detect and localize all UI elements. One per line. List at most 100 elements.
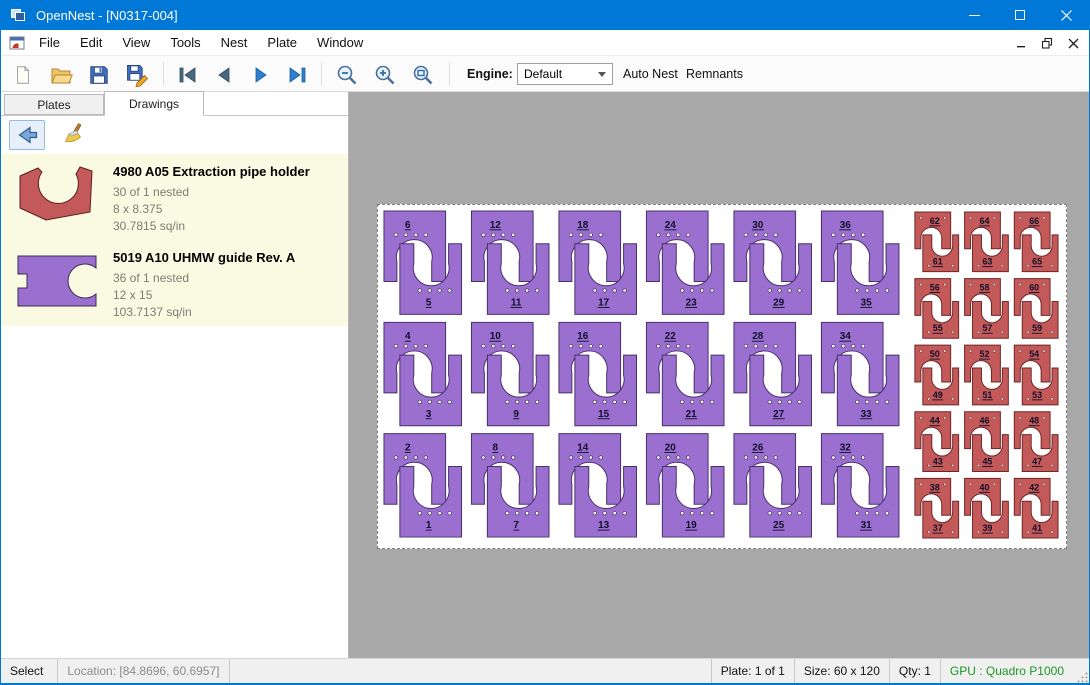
menu-item-tools[interactable]: Tools (160, 30, 210, 56)
part-top[interactable] (384, 211, 446, 282)
part-top[interactable] (471, 322, 533, 393)
nest-cell-purple[interactable]: 2423 (646, 211, 724, 314)
nest-cell-red[interactable]: 6463 (965, 212, 1009, 272)
part-top[interactable] (646, 211, 708, 282)
drill-hole (424, 233, 427, 236)
drill-hole (418, 400, 421, 403)
nest-cell-purple[interactable]: 2625 (734, 434, 812, 537)
part-top[interactable] (471, 211, 533, 282)
nest-cell-red[interactable]: 6665 (1014, 212, 1058, 272)
nest-cell-purple[interactable]: 65 (384, 211, 462, 314)
nest-cell-purple[interactable]: 1817 (559, 211, 637, 314)
drawing-item-uhmw-guide[interactable]: 5019 A10 UHMW guide Rev. A 36 of 1 neste… (1, 240, 348, 326)
part-top[interactable] (559, 211, 621, 282)
nest-cell-purple[interactable]: 109 (471, 322, 549, 425)
menu-item-plate[interactable]: Plate (257, 30, 307, 56)
part-top[interactable] (734, 211, 796, 282)
zoom-fit-button[interactable] (409, 61, 437, 89)
nest-cell-red[interactable]: 5251 (965, 345, 1009, 405)
mdi-restore-button[interactable] (1037, 34, 1057, 52)
mdi-minimize-button[interactable] (1011, 34, 1031, 52)
nest-cell-red[interactable]: 3837 (915, 478, 959, 538)
previous-plate-button[interactable] (210, 61, 238, 89)
part-top[interactable] (734, 322, 796, 393)
nest-cell-red[interactable]: 5857 (965, 279, 1009, 339)
drawing-size: 8 x 8.375 (113, 201, 310, 218)
next-plate-button[interactable] (247, 61, 275, 89)
menu-item-nest[interactable]: Nest (211, 30, 258, 56)
toolbar: Engine: Default Auto Nest Remnants (1, 56, 1089, 92)
nest-cell-red[interactable]: 6261 (915, 212, 959, 272)
remnants-button[interactable]: Remnants (686, 56, 743, 92)
nest-cell-red[interactable]: 4443 (915, 412, 959, 472)
auto-nest-button[interactable]: Auto Nest (623, 56, 678, 92)
nest-cell-purple[interactable]: 3433 (821, 322, 899, 425)
part-top[interactable] (384, 434, 446, 505)
part-top[interactable] (471, 434, 533, 505)
tab-plates[interactable]: Plates (4, 94, 104, 115)
minimize-button[interactable] (951, 0, 997, 30)
part-top[interactable] (559, 322, 621, 393)
nest-cell-purple[interactable]: 2827 (734, 322, 812, 425)
resize-grip[interactable] (1073, 659, 1089, 684)
save-as-button[interactable] (123, 61, 151, 89)
nest-cell-purple[interactable]: 21 (384, 434, 462, 537)
menu-item-file[interactable]: File (29, 30, 70, 56)
zoom-out-button[interactable] (333, 61, 361, 89)
nest-cell-purple[interactable]: 2019 (646, 434, 724, 537)
nest-cell-red[interactable]: 5049 (915, 345, 959, 405)
part-top[interactable] (646, 434, 708, 505)
nest-cell-purple[interactable]: 1615 (559, 322, 637, 425)
part-top[interactable] (821, 211, 883, 282)
nest-cell-red[interactable]: 4847 (1014, 412, 1058, 472)
nest-cell-purple[interactable]: 1413 (559, 434, 637, 537)
send-to-nest-button[interactable] (9, 120, 45, 150)
drill-hole (512, 456, 515, 459)
app-icon[interactable] (10, 6, 28, 24)
new-button[interactable] (9, 61, 37, 89)
part-number: 10 (490, 331, 502, 342)
nest-cell-purple[interactable]: 87 (471, 434, 549, 537)
nest-cell-red[interactable]: 5655 (915, 279, 959, 339)
drill-hole (856, 289, 859, 292)
nest-cell-purple[interactable]: 3635 (821, 211, 899, 314)
zoom-in-button[interactable] (371, 61, 399, 89)
close-button[interactable] (1043, 0, 1089, 30)
previous-arrow-icon (212, 63, 236, 87)
drill-hole (852, 344, 855, 347)
engine-select[interactable]: Default (517, 63, 613, 85)
tab-drawings[interactable]: Drawings (104, 91, 204, 116)
document-icon[interactable] (9, 35, 25, 51)
clear-button[interactable] (55, 120, 91, 150)
plate-sheet[interactable]: 6512111817242330293635431091615222128273… (377, 204, 1067, 549)
nest-cell-purple[interactable]: 3231 (821, 434, 899, 537)
drill-hole (944, 417, 946, 419)
menu-item-view[interactable]: View (112, 30, 160, 56)
part-top[interactable] (821, 322, 883, 393)
last-plate-button[interactable] (284, 61, 312, 89)
nest-cell-purple[interactable]: 2221 (646, 322, 724, 425)
part-top[interactable] (559, 434, 621, 505)
drawing-item-extraction-pipe-holder[interactable]: 4980 A05 Extraction pipe holder 30 of 1 … (1, 154, 348, 240)
nest-cell-red[interactable]: 4241 (1014, 478, 1058, 538)
left-panel: Plates Drawings (1, 92, 349, 658)
nest-cell-red[interactable]: 4039 (965, 478, 1009, 538)
nest-cell-purple[interactable]: 43 (384, 322, 462, 425)
nest-cell-purple[interactable]: 3029 (734, 211, 812, 314)
part-top[interactable] (384, 322, 446, 393)
drawing-name: 5019 A10 UHMW guide Rev. A (113, 250, 295, 265)
nest-cell-red[interactable]: 6059 (1014, 279, 1058, 339)
menu-item-window[interactable]: Window (307, 30, 373, 56)
part-top[interactable] (821, 434, 883, 505)
menu-item-edit[interactable]: Edit (70, 30, 112, 56)
open-button[interactable] (47, 61, 75, 89)
nest-cell-red[interactable]: 5453 (1014, 345, 1058, 405)
nest-cell-red[interactable]: 4645 (965, 412, 1009, 472)
nest-cell-purple[interactable]: 1211 (471, 211, 549, 314)
maximize-button[interactable] (997, 0, 1043, 30)
part-top[interactable] (734, 434, 796, 505)
first-plate-button[interactable] (173, 61, 201, 89)
mdi-close-button[interactable] (1063, 34, 1083, 52)
part-top[interactable] (646, 322, 708, 393)
save-button[interactable] (85, 61, 113, 89)
